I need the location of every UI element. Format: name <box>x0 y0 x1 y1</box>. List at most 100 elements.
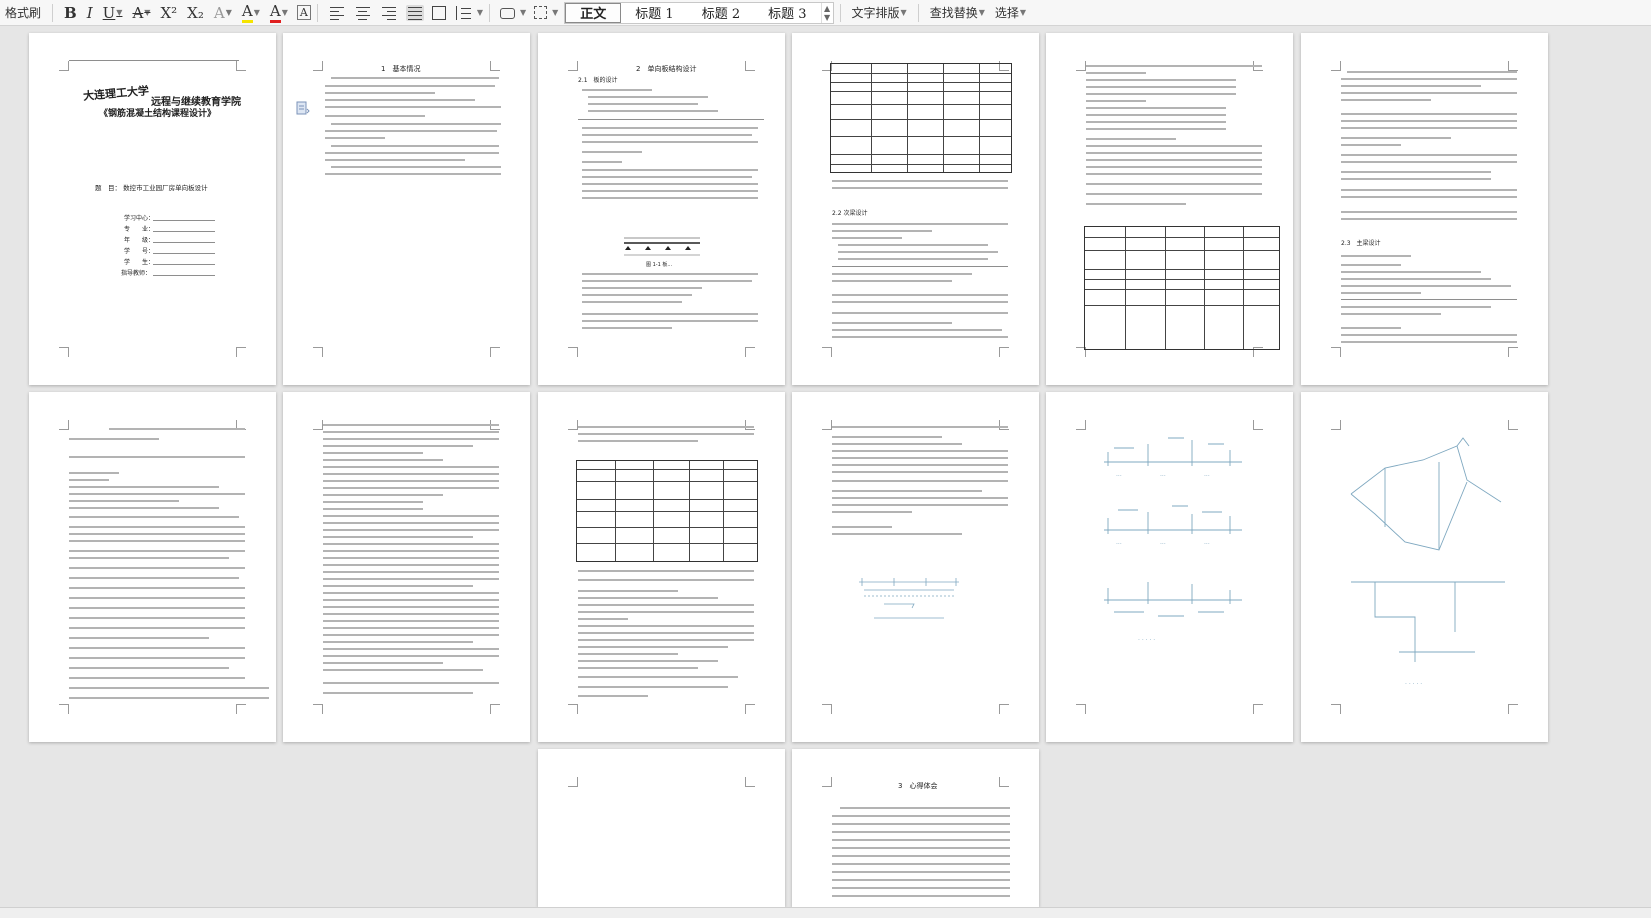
text-line <box>69 677 245 679</box>
select-button[interactable]: 选择 ▼ <box>990 2 1031 24</box>
superscript-button[interactable]: X² <box>155 4 182 22</box>
text-line <box>323 494 443 496</box>
page-thumbnail[interactable]: 2.3 主梁设计 <box>1301 33 1548 385</box>
clear-format-button[interactable]: A ▼ <box>209 4 237 22</box>
document-icon[interactable] <box>296 101 310 115</box>
chevron-down-icon[interactable]: ▼ <box>477 8 483 17</box>
italic-button[interactable]: I <box>82 4 98 22</box>
border-icon[interactable] <box>534 6 548 19</box>
crop-mark <box>313 704 323 714</box>
text-line <box>323 508 423 510</box>
text-line <box>832 336 1008 338</box>
page-thumbnail[interactable] <box>29 392 276 742</box>
page-thumbnail[interactable] <box>538 392 785 742</box>
format-painter-button[interactable]: 格式刷 <box>0 2 46 24</box>
chevron-down-icon[interactable]: ▼ <box>282 8 288 17</box>
character-border-button[interactable]: A <box>296 5 311 20</box>
text-line <box>832 855 1010 857</box>
crop-mark <box>1331 704 1341 714</box>
chevron-down-icon[interactable]: ▼ <box>144 8 150 17</box>
shading-icon[interactable] <box>499 8 515 19</box>
text-line <box>578 611 754 613</box>
chevron-down-icon[interactable]: ▼ <box>520 8 526 17</box>
underline-button[interactable]: U ▼ <box>98 4 128 22</box>
text-line <box>578 695 648 697</box>
text-line <box>578 653 678 655</box>
moment-envelope-sketch: · · · · · <box>1350 437 1505 688</box>
page-thumbnail[interactable] <box>792 392 1039 742</box>
gallery-more-button[interactable]: ▲ ▼ <box>820 2 833 23</box>
text-line <box>323 459 443 461</box>
text-line <box>582 313 758 315</box>
justify-icon[interactable] <box>405 4 424 21</box>
chevron-down-icon[interactable]: ▼ <box>226 8 232 17</box>
chevron-down-icon[interactable]: ▼ <box>552 8 558 17</box>
crop-mark <box>1253 704 1263 714</box>
page-thumbnail[interactable]: ··· ··· ··· ··· ··· ··· · · · · · <box>1046 392 1293 742</box>
crop-mark <box>313 420 323 430</box>
field-underline <box>153 220 215 221</box>
style-heading-2[interactable]: 标题 2 <box>688 3 754 23</box>
text-line <box>323 522 499 524</box>
svg-text:···: ··· <box>1116 473 1122 480</box>
chevron-down-icon: ▼ <box>1019 8 1027 17</box>
page-thumbnail[interactable]: 3 心得体会 <box>792 749 1039 907</box>
crop-mark <box>568 61 578 71</box>
page-thumbnail[interactable]: 1 基本情况 <box>283 33 530 385</box>
text-line <box>1341 341 1517 343</box>
text-line <box>1341 92 1517 94</box>
font-color-button[interactable]: A ▼ <box>265 2 293 23</box>
line-spacing-icon[interactable] <box>454 5 472 21</box>
chevron-down-icon[interactable]: ▼ <box>116 8 122 17</box>
subscript-button[interactable]: X₂ <box>182 4 209 22</box>
text-line <box>832 863 1010 865</box>
style-normal[interactable]: 正文 <box>565 2 622 23</box>
text-line <box>832 839 1010 841</box>
table-rule <box>1341 299 1517 300</box>
chevron-down-icon[interactable]: ▼ <box>254 8 260 17</box>
text-line <box>1086 128 1226 130</box>
text-line <box>832 312 1008 314</box>
text-line <box>578 660 718 662</box>
text-line <box>578 639 754 641</box>
bold-button[interactable]: B <box>59 4 82 22</box>
text-line <box>323 592 499 594</box>
text-line <box>323 571 499 573</box>
page-thumbnail[interactable]: 2.2 次梁设计 <box>792 33 1039 385</box>
distributed-align-icon[interactable] <box>431 5 446 20</box>
text-line <box>832 526 892 528</box>
text-line <box>69 577 239 579</box>
text-line <box>323 438 499 440</box>
crop-mark <box>745 420 755 430</box>
highlight-button[interactable]: A ▼ <box>237 2 265 23</box>
divider <box>839 3 841 22</box>
page-thumbnail[interactable] <box>283 392 530 742</box>
subsection-heading: 2.2 次梁设计 <box>832 210 868 217</box>
style-heading-3[interactable]: 标题 3 <box>754 3 820 23</box>
text-line <box>588 103 698 105</box>
text-line <box>323 564 499 566</box>
align-right-icon[interactable] <box>380 5 398 21</box>
page-thumbnail[interactable] <box>1046 33 1293 385</box>
text-layout-button[interactable]: 文字排版 ▼ <box>847 2 912 24</box>
crop-mark <box>822 704 832 714</box>
text-line <box>1086 138 1176 140</box>
strikethrough-button[interactable]: A ▼ <box>127 4 155 22</box>
align-center-icon[interactable] <box>354 5 372 21</box>
crop-mark <box>745 61 755 71</box>
align-left-icon[interactable] <box>328 5 346 21</box>
page-thumbnail[interactable] <box>538 749 785 907</box>
crop-mark <box>999 347 1009 357</box>
text-line <box>832 831 1010 833</box>
crop-mark <box>490 61 500 71</box>
page-thumbnail[interactable]: 2 单向板结构设计 2.1 板的设计 图 1-1 板... <box>538 33 785 385</box>
select-label: 选择 <box>994 6 1019 20</box>
style-heading-1[interactable]: 标题 1 <box>621 3 687 23</box>
crop-mark <box>1076 61 1086 71</box>
text-line <box>323 599 499 601</box>
page-thumbnail[interactable]: 大连理工大学 远程与继续教育学院 《钢筋混凝土结构课程设计》 题 目： 数控市工… <box>29 33 276 385</box>
page-thumbnail[interactable]: · · · · · <box>1301 392 1548 742</box>
text-line <box>69 647 245 649</box>
topic-line: 题 目： 数控市工业园厂房单向板设计 <box>95 184 208 192</box>
find-replace-button[interactable]: 查找替换 ▼ <box>925 2 990 24</box>
